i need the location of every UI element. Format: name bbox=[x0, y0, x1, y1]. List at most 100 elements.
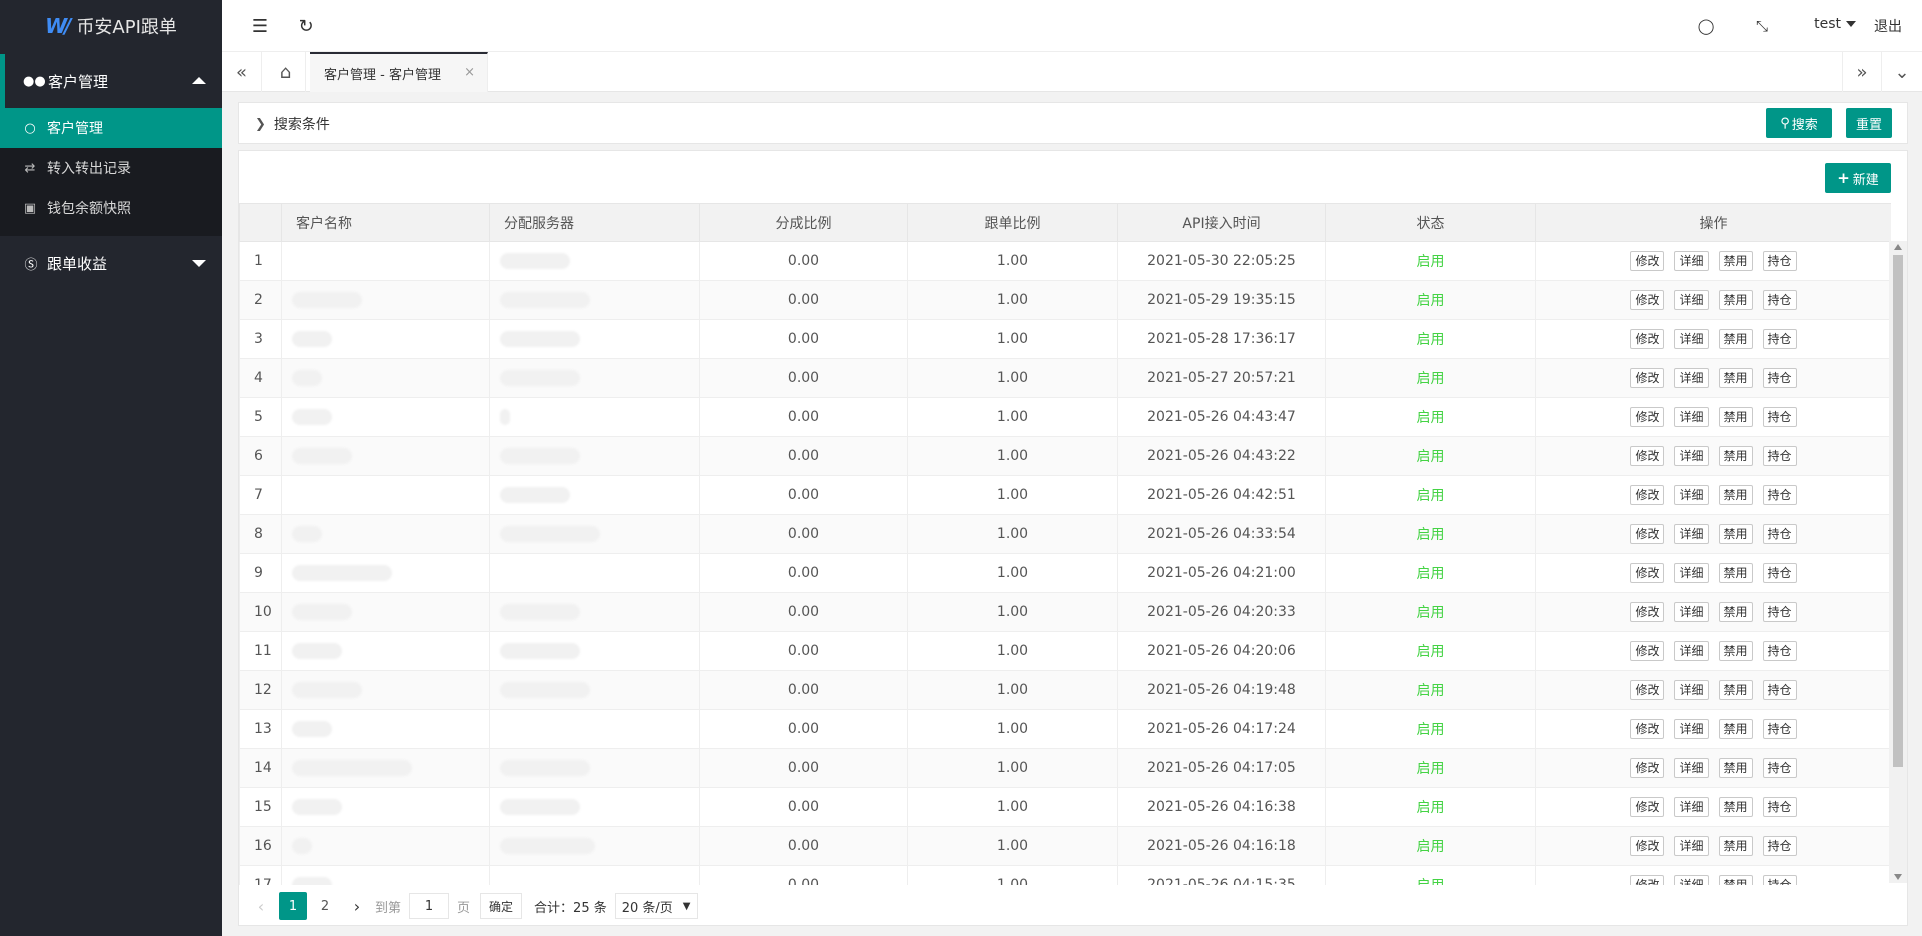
edit-button[interactable]: 修改 bbox=[1630, 524, 1665, 544]
sidebar-item-wallet-snapshot[interactable]: ▣ 钱包余额快照 bbox=[0, 188, 222, 228]
positions-button[interactable]: 持仓 bbox=[1762, 836, 1797, 856]
disable-button[interactable]: 禁用 bbox=[1718, 602, 1753, 622]
detail-button[interactable]: 详细 bbox=[1674, 836, 1709, 856]
positions-button[interactable]: 持仓 bbox=[1762, 446, 1797, 466]
page-1[interactable]: 1 bbox=[279, 892, 307, 920]
edit-button[interactable]: 修改 bbox=[1630, 719, 1665, 739]
positions-button[interactable]: 持仓 bbox=[1762, 407, 1797, 427]
next-page-icon[interactable]: › bbox=[343, 892, 371, 920]
detail-button[interactable]: 详细 bbox=[1674, 641, 1709, 661]
detail-button[interactable]: 详细 bbox=[1674, 719, 1709, 739]
edit-button[interactable]: 修改 bbox=[1630, 602, 1665, 622]
user-menu[interactable]: test bbox=[1814, 16, 1856, 32]
positions-button[interactable]: 持仓 bbox=[1762, 290, 1797, 310]
page-2[interactable]: 2 bbox=[311, 892, 339, 920]
page-size-select[interactable]: 20 条/页 ▼ bbox=[614, 893, 698, 919]
refresh-icon[interactable]: ↻ bbox=[294, 14, 318, 38]
scroll-up-icon[interactable] bbox=[1894, 244, 1902, 250]
scroll-down-icon[interactable] bbox=[1894, 874, 1902, 880]
disable-button[interactable]: 禁用 bbox=[1718, 290, 1753, 310]
edit-button[interactable]: 修改 bbox=[1630, 290, 1665, 310]
detail-button[interactable]: 详细 bbox=[1674, 446, 1709, 466]
edit-button[interactable]: 修改 bbox=[1630, 875, 1665, 885]
palette-icon[interactable]: ◯ bbox=[1694, 14, 1718, 38]
new-button[interactable]: + 新建 bbox=[1825, 163, 1891, 193]
positions-button[interactable]: 持仓 bbox=[1762, 602, 1797, 622]
reset-button[interactable]: 重置 bbox=[1846, 108, 1892, 138]
sidebar-item-transfer-records[interactable]: ⇄ 转入转出记录 bbox=[0, 148, 222, 188]
edit-button[interactable]: 修改 bbox=[1630, 446, 1665, 466]
edit-button[interactable]: 修改 bbox=[1630, 641, 1665, 661]
disable-button[interactable]: 禁用 bbox=[1718, 641, 1753, 661]
detail-button[interactable]: 详细 bbox=[1674, 485, 1709, 505]
edit-button[interactable]: 修改 bbox=[1630, 251, 1665, 271]
tabs-dropdown-icon[interactable]: ⌄ bbox=[1882, 52, 1922, 92]
edit-button[interactable]: 修改 bbox=[1630, 329, 1665, 349]
search-toggle[interactable]: ❯ 搜索条件 bbox=[255, 114, 330, 134]
positions-button[interactable]: 持仓 bbox=[1762, 485, 1797, 505]
positions-button[interactable]: 持仓 bbox=[1762, 719, 1797, 739]
disable-button[interactable]: 禁用 bbox=[1718, 407, 1753, 427]
detail-button[interactable]: 详细 bbox=[1674, 563, 1709, 583]
edit-button[interactable]: 修改 bbox=[1630, 797, 1665, 817]
disable-button[interactable]: 禁用 bbox=[1718, 719, 1753, 739]
positions-button[interactable]: 持仓 bbox=[1762, 758, 1797, 778]
detail-button[interactable]: 详细 bbox=[1674, 329, 1709, 349]
detail-button[interactable]: 详细 bbox=[1674, 290, 1709, 310]
positions-button[interactable]: 持仓 bbox=[1762, 524, 1797, 544]
positions-button[interactable]: 持仓 bbox=[1762, 251, 1797, 271]
sidebar-group-profit[interactable]: Ⓢ 跟单收益 bbox=[0, 236, 222, 290]
goto-page-input[interactable] bbox=[409, 893, 450, 919]
detail-button[interactable]: 详细 bbox=[1674, 407, 1709, 427]
disable-button[interactable]: 禁用 bbox=[1718, 680, 1753, 700]
edit-button[interactable]: 修改 bbox=[1630, 680, 1665, 700]
positions-button[interactable]: 持仓 bbox=[1762, 329, 1797, 349]
detail-button[interactable]: 详细 bbox=[1674, 758, 1709, 778]
detail-button[interactable]: 详细 bbox=[1674, 875, 1709, 885]
detail-button[interactable]: 详细 bbox=[1674, 251, 1709, 271]
detail-button[interactable]: 详细 bbox=[1674, 602, 1709, 622]
logout-link[interactable]: 退出 bbox=[1874, 16, 1902, 36]
disable-button[interactable]: 禁用 bbox=[1718, 875, 1753, 885]
positions-button[interactable]: 持仓 bbox=[1762, 680, 1797, 700]
disable-button[interactable]: 禁用 bbox=[1718, 797, 1753, 817]
edit-button[interactable]: 修改 bbox=[1630, 758, 1665, 778]
edit-button[interactable]: 修改 bbox=[1630, 407, 1665, 427]
scroll-thumb[interactable] bbox=[1893, 255, 1903, 767]
edit-button[interactable]: 修改 bbox=[1630, 368, 1665, 388]
disable-button[interactable]: 禁用 bbox=[1718, 563, 1753, 583]
positions-button[interactable]: 持仓 bbox=[1762, 368, 1797, 388]
goto-confirm-button[interactable]: 确定 bbox=[480, 893, 523, 919]
home-icon[interactable]: ⌂ bbox=[266, 52, 306, 92]
menu-fold-icon[interactable]: ☰ bbox=[248, 14, 272, 38]
detail-button[interactable]: 详细 bbox=[1674, 524, 1709, 544]
positions-button[interactable]: 持仓 bbox=[1762, 797, 1797, 817]
edit-button[interactable]: 修改 bbox=[1630, 836, 1665, 856]
detail-button[interactable]: 详细 bbox=[1674, 368, 1709, 388]
positions-button[interactable]: 持仓 bbox=[1762, 563, 1797, 583]
positions-button[interactable]: 持仓 bbox=[1762, 875, 1797, 885]
positions-button[interactable]: 持仓 bbox=[1762, 641, 1797, 661]
table-scrollbar[interactable] bbox=[1889, 241, 1907, 883]
prev-page-icon[interactable]: ‹ bbox=[247, 892, 275, 920]
disable-button[interactable]: 禁用 bbox=[1718, 758, 1753, 778]
disable-button[interactable]: 禁用 bbox=[1718, 836, 1753, 856]
disable-button[interactable]: 禁用 bbox=[1718, 368, 1753, 388]
search-button[interactable]: ⚲ 搜索 bbox=[1766, 108, 1832, 138]
detail-button[interactable]: 详细 bbox=[1674, 797, 1709, 817]
close-icon[interactable]: × bbox=[464, 65, 475, 80]
disable-button[interactable]: 禁用 bbox=[1718, 524, 1753, 544]
sidebar-group-customer[interactable]: ●● 客户管理 bbox=[0, 54, 222, 108]
tabs-scroll-left-icon[interactable]: « bbox=[222, 52, 262, 92]
sidebar-item-customer-management[interactable]: ○ 客户管理 bbox=[0, 108, 222, 148]
disable-button[interactable]: 禁用 bbox=[1718, 485, 1753, 505]
detail-button[interactable]: 详细 bbox=[1674, 680, 1709, 700]
tabs-scroll-right-icon[interactable]: » bbox=[1842, 52, 1882, 92]
edit-button[interactable]: 修改 bbox=[1630, 563, 1665, 583]
disable-button[interactable]: 禁用 bbox=[1718, 329, 1753, 349]
edit-button[interactable]: 修改 bbox=[1630, 485, 1665, 505]
disable-button[interactable]: 禁用 bbox=[1718, 251, 1753, 271]
disable-button[interactable]: 禁用 bbox=[1718, 446, 1753, 466]
fullscreen-icon[interactable]: ⤡ bbox=[1750, 14, 1774, 38]
tab-customer-management[interactable]: 客户管理 - 客户管理 × bbox=[310, 52, 488, 92]
